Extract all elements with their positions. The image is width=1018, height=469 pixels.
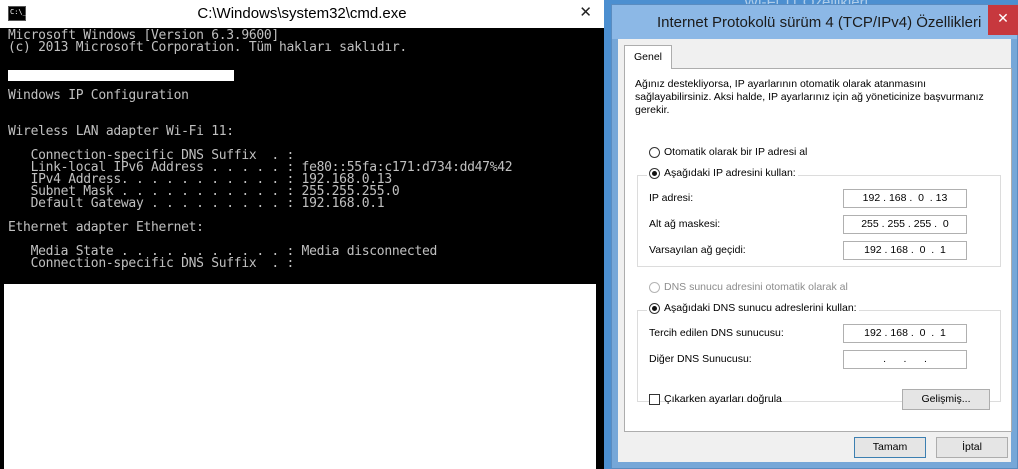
close-icon[interactable]: ✕ [988, 5, 1018, 35]
console-line: Default Gateway . . . . . . . . . : 192.… [8, 196, 385, 211]
cmd-window-title: C:\Windows\system32\cmd.exe [197, 5, 407, 22]
dns-manual-option[interactable]: Aşağıdaki DNS sunucu adreslerini kullan: [647, 302, 859, 314]
ip-address-field[interactable]: 192 . 168 . 0 . 13 [843, 189, 967, 208]
radio-button[interactable] [649, 281, 660, 293]
dns-manual-label: Aşağıdaki DNS sunucu adreslerini kullan: [664, 302, 857, 314]
preferred-dns-label: Tercih edilen DNS sunucusu: [649, 327, 784, 339]
tab-panel: Ağınız destekliyorsa, IP ayarlarının oto… [624, 68, 1012, 432]
close-icon[interactable]: ✕ [579, 3, 592, 21]
ip-auto-label: Otomatik olarak bir IP adresi al [664, 146, 808, 158]
intro-text: Ağınız destekliyorsa, IP ayarlarının oto… [635, 78, 984, 116]
redacted-bar [8, 70, 234, 81]
ip-manual-label: Aşağıdaki IP adresini kullan: [664, 167, 796, 179]
console-line: Connection-specific DNS Suffix . : [8, 256, 295, 271]
dialog-body: Genel Ağınız destekliyorsa, IP ayarların… [618, 39, 1012, 462]
subnet-mask-field[interactable]: 255 . 255 . 255 . 0 [843, 215, 967, 234]
alternate-dns-field[interactable]: . . . [843, 350, 967, 369]
ok-button[interactable]: Tamam [854, 437, 926, 458]
advanced-button[interactable]: Gelişmiş... [902, 389, 990, 410]
console-line: Windows IP Configuration [8, 88, 189, 103]
radio-button[interactable] [649, 146, 660, 158]
console-output[interactable]: Microsoft Windows [Version 6.3.9600] (c)… [0, 28, 604, 282]
ip-manual-option[interactable]: Aşağıdaki IP adresini kullan: [647, 167, 798, 179]
cmd-window: C:\_ C:\Windows\system32\cmd.exe ✕ Micro… [0, 0, 604, 469]
radio-button[interactable] [649, 167, 660, 179]
validate-on-exit-option[interactable]: Çıkarken ayarları doğrula [649, 393, 782, 405]
dns-auto-option[interactable]: DNS sunucu adresini otomatik olarak al [649, 281, 848, 293]
console-line: (c) 2013 Microsoft Corporation. Tüm hakl… [8, 40, 407, 55]
default-gateway-label: Varsayılan ağ geçidi: [649, 244, 746, 256]
tab-genel[interactable]: Genel [624, 45, 673, 69]
ip-address-label: IP adresi: [649, 192, 694, 204]
subnet-mask-label: Alt ağ maskesi: [649, 218, 721, 230]
cancel-button[interactable]: İptal [936, 437, 1008, 458]
alternate-dns-label: Diğer DNS Sunucusu: [649, 353, 752, 365]
default-gateway-field[interactable]: 192 . 168 . 0 . 1 [843, 241, 967, 260]
console-line: Ethernet adapter Ethernet: [8, 220, 204, 235]
dialog-title: Internet Protokolü sürüm 4 (TCP/IPv4) Öz… [657, 14, 982, 31]
console-line: Wireless LAN adapter Wi-Fi 11: [8, 124, 234, 139]
ip-auto-option[interactable]: Otomatik olarak bir IP adresi al [649, 146, 807, 158]
validate-on-exit-label: Çıkarken ayarları doğrula [664, 393, 782, 405]
cmd-titlebar[interactable]: C:\_ C:\Windows\system32\cmd.exe ✕ [0, 0, 604, 28]
dns-auto-label: DNS sunucu adresini otomatik olarak al [664, 281, 848, 293]
preferred-dns-field[interactable]: 192 . 168 . 0 . 1 [843, 324, 967, 343]
dialog-titlebar[interactable]: Internet Protokolü sürüm 4 (TCP/IPv4) Öz… [612, 5, 1018, 39]
ipv4-properties-dialog: Internet Protokolü sürüm 4 (TCP/IPv4) Öz… [611, 4, 1018, 469]
checkbox[interactable] [649, 393, 660, 405]
blank-area [4, 284, 596, 469]
radio-button[interactable] [649, 302, 660, 314]
